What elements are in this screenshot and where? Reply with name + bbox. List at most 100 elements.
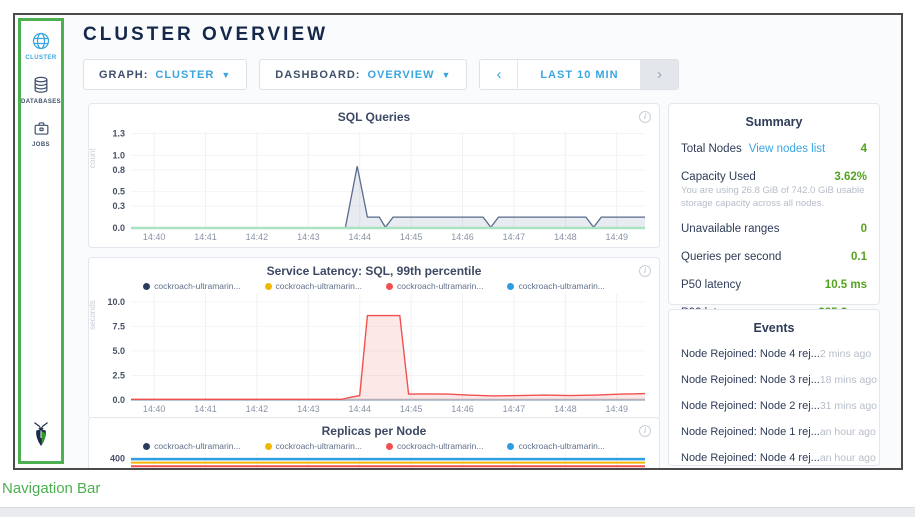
event-row[interactable]: Node Rejoined: Node 2 rej... 31 mins ago bbox=[669, 393, 879, 419]
svg-text:14:43: 14:43 bbox=[297, 232, 320, 242]
graph-dropdown-value: CLUSTER bbox=[155, 69, 214, 81]
svg-text:0.5: 0.5 bbox=[112, 187, 125, 197]
legend-dot bbox=[265, 283, 272, 290]
events-title: Events bbox=[669, 310, 879, 341]
sidebar-item-cluster[interactable]: CLUSTER bbox=[25, 31, 56, 61]
summary-panel: Summary Total Nodes View nodes list 4 Ca… bbox=[668, 103, 880, 305]
svg-text:14:42: 14:42 bbox=[246, 232, 269, 242]
summary-row-capacity: Capacity Used 3.62% You are using 26.8 G… bbox=[669, 163, 879, 215]
legend-dot bbox=[265, 443, 272, 450]
svg-text:14:48: 14:48 bbox=[554, 404, 577, 414]
events-panel: Events Node Rejoined: Node 4 rej... 2 mi… bbox=[668, 309, 880, 466]
svg-text:14:47: 14:47 bbox=[503, 404, 526, 414]
svg-text:1.3: 1.3 bbox=[112, 128, 125, 138]
graph-dropdown-label: GRAPH: bbox=[99, 69, 148, 81]
annotation-label: Navigation Bar bbox=[2, 480, 100, 497]
svg-text:400: 400 bbox=[110, 453, 125, 463]
chart-title: Replicas per Node bbox=[89, 418, 659, 438]
replicas-per-node-plot: 14:4014:4114:4214:4314:4414:4514:4614:47… bbox=[97, 450, 651, 470]
svg-text:0.3: 0.3 bbox=[112, 201, 125, 211]
dashboard-dropdown-value: OVERVIEW bbox=[367, 69, 434, 81]
svg-text:7.5: 7.5 bbox=[112, 321, 125, 331]
sql-queries-plot: 14:4014:4114:4214:4314:4414:4514:4614:47… bbox=[97, 128, 651, 244]
svg-text:14:41: 14:41 bbox=[194, 404, 217, 414]
svg-text:14:44: 14:44 bbox=[348, 404, 371, 414]
summary-value: 0.1 bbox=[851, 251, 867, 263]
svg-text:0.0: 0.0 bbox=[112, 395, 125, 405]
summary-row-total-nodes: Total Nodes View nodes list 4 bbox=[669, 135, 879, 163]
legend-dot bbox=[507, 283, 514, 290]
y-axis-unit-label: seconds bbox=[88, 301, 97, 331]
summary-value: 0 bbox=[861, 223, 867, 235]
sidebar-item-label: DATABASES bbox=[21, 99, 61, 105]
svg-text:14:46: 14:46 bbox=[451, 404, 474, 414]
legend-dot bbox=[386, 283, 393, 290]
svg-text:10.0: 10.0 bbox=[107, 297, 125, 307]
svg-text:0.8: 0.8 bbox=[112, 165, 125, 175]
svg-text:14:43: 14:43 bbox=[297, 404, 320, 414]
globe-icon bbox=[31, 31, 51, 51]
sidebar-item-label: CLUSTER bbox=[25, 55, 56, 61]
svg-text:14:44: 14:44 bbox=[348, 232, 371, 242]
screenshot-canvas: CLUSTER DATABASES JOBS bbox=[0, 0, 915, 517]
chart-title: SQL Queries bbox=[89, 104, 659, 124]
legend-dot bbox=[507, 443, 514, 450]
summary-value: 3.62% bbox=[834, 171, 867, 183]
sql-queries-panel: SQL Queries i count 14:4014:4114:4214:43… bbox=[88, 103, 660, 248]
replicas-per-node-panel: Replicas per Node i cockroach-ultramarin… bbox=[88, 417, 660, 470]
chevron-down-icon: ▼ bbox=[442, 70, 452, 80]
navigation-bar: CLUSTER DATABASES JOBS bbox=[18, 18, 64, 464]
service-latency-plot: 14:4014:4114:4214:4314:4414:4514:4614:47… bbox=[97, 290, 651, 416]
time-prev-button[interactable]: ‹ bbox=[480, 60, 518, 89]
event-row[interactable]: Node Rejoined: Node 1 rej... an hour ago bbox=[669, 419, 879, 445]
dashboard-dropdown[interactable]: DASHBOARD: OVERVIEW ▼ bbox=[259, 59, 467, 90]
sidebar-item-databases[interactable]: DATABASES bbox=[21, 75, 61, 105]
svg-text:14:41: 14:41 bbox=[194, 232, 217, 242]
graph-dropdown[interactable]: GRAPH: CLUSTER ▼ bbox=[83, 59, 247, 90]
svg-text:1.0: 1.0 bbox=[112, 150, 125, 160]
summary-row-unavailable-ranges: Unavailable ranges 0 bbox=[669, 215, 879, 243]
service-latency-panel: Service Latency: SQL, 99th percentile i … bbox=[88, 257, 660, 420]
event-row[interactable]: Node Rejoined: Node 4 rej... an hour ago bbox=[669, 445, 879, 470]
chevron-down-icon: ▼ bbox=[221, 70, 231, 80]
controls-row: GRAPH: CLUSTER ▼ DASHBOARD: OVERVIEW ▼ ‹… bbox=[83, 59, 679, 90]
svg-text:5.0: 5.0 bbox=[112, 346, 125, 356]
sidebar-item-jobs[interactable]: JOBS bbox=[32, 119, 51, 148]
info-icon[interactable]: i bbox=[639, 265, 651, 277]
time-next-button: › bbox=[640, 60, 678, 89]
info-icon[interactable]: i bbox=[639, 111, 651, 123]
svg-text:14:49: 14:49 bbox=[605, 404, 628, 414]
info-icon[interactable]: i bbox=[639, 425, 651, 437]
svg-text:14:49: 14:49 bbox=[605, 232, 628, 242]
svg-text:14:48: 14:48 bbox=[554, 232, 577, 242]
summary-row-queries-per-second: Queries per second 0.1 bbox=[669, 243, 879, 271]
sidebar-item-label: JOBS bbox=[32, 142, 50, 148]
page-title: CLUSTER OVERVIEW bbox=[83, 24, 328, 46]
svg-text:14:46: 14:46 bbox=[451, 232, 474, 242]
summary-value: 10.5 ms bbox=[825, 279, 867, 291]
bottom-strip bbox=[0, 507, 915, 517]
legend-dot bbox=[143, 283, 150, 290]
svg-text:14:45: 14:45 bbox=[400, 232, 423, 242]
summary-row-p50-latency: P50 latency 10.5 ms bbox=[669, 271, 879, 299]
svg-text:0.0: 0.0 bbox=[112, 223, 125, 233]
svg-text:14:42: 14:42 bbox=[246, 404, 269, 414]
legend-dot bbox=[143, 443, 150, 450]
cockroachdb-logo[interactable] bbox=[29, 421, 53, 453]
view-nodes-list-link[interactable]: View nodes list bbox=[749, 143, 826, 155]
briefcase-icon bbox=[32, 119, 51, 138]
svg-text:2.5: 2.5 bbox=[112, 370, 125, 380]
legend-dot bbox=[386, 443, 393, 450]
svg-text:14:40: 14:40 bbox=[143, 404, 166, 414]
time-range-selector: ‹ LAST 10 MIN › bbox=[479, 59, 679, 90]
app-window: CLUSTER DATABASES JOBS bbox=[13, 13, 903, 470]
event-row[interactable]: Node Rejoined: Node 3 rej... 18 mins ago bbox=[669, 367, 879, 393]
event-row[interactable]: Node Rejoined: Node 4 rej... 2 mins ago bbox=[669, 341, 879, 367]
y-axis-unit-label: count bbox=[88, 149, 97, 169]
dashboard-dropdown-label: DASHBOARD: bbox=[275, 69, 360, 81]
time-range-value[interactable]: LAST 10 MIN bbox=[518, 60, 640, 89]
summary-value: 4 bbox=[861, 143, 867, 155]
databases-icon bbox=[31, 75, 51, 95]
chart-title: Service Latency: SQL, 99th percentile bbox=[89, 258, 659, 278]
summary-title: Summary bbox=[669, 104, 879, 135]
